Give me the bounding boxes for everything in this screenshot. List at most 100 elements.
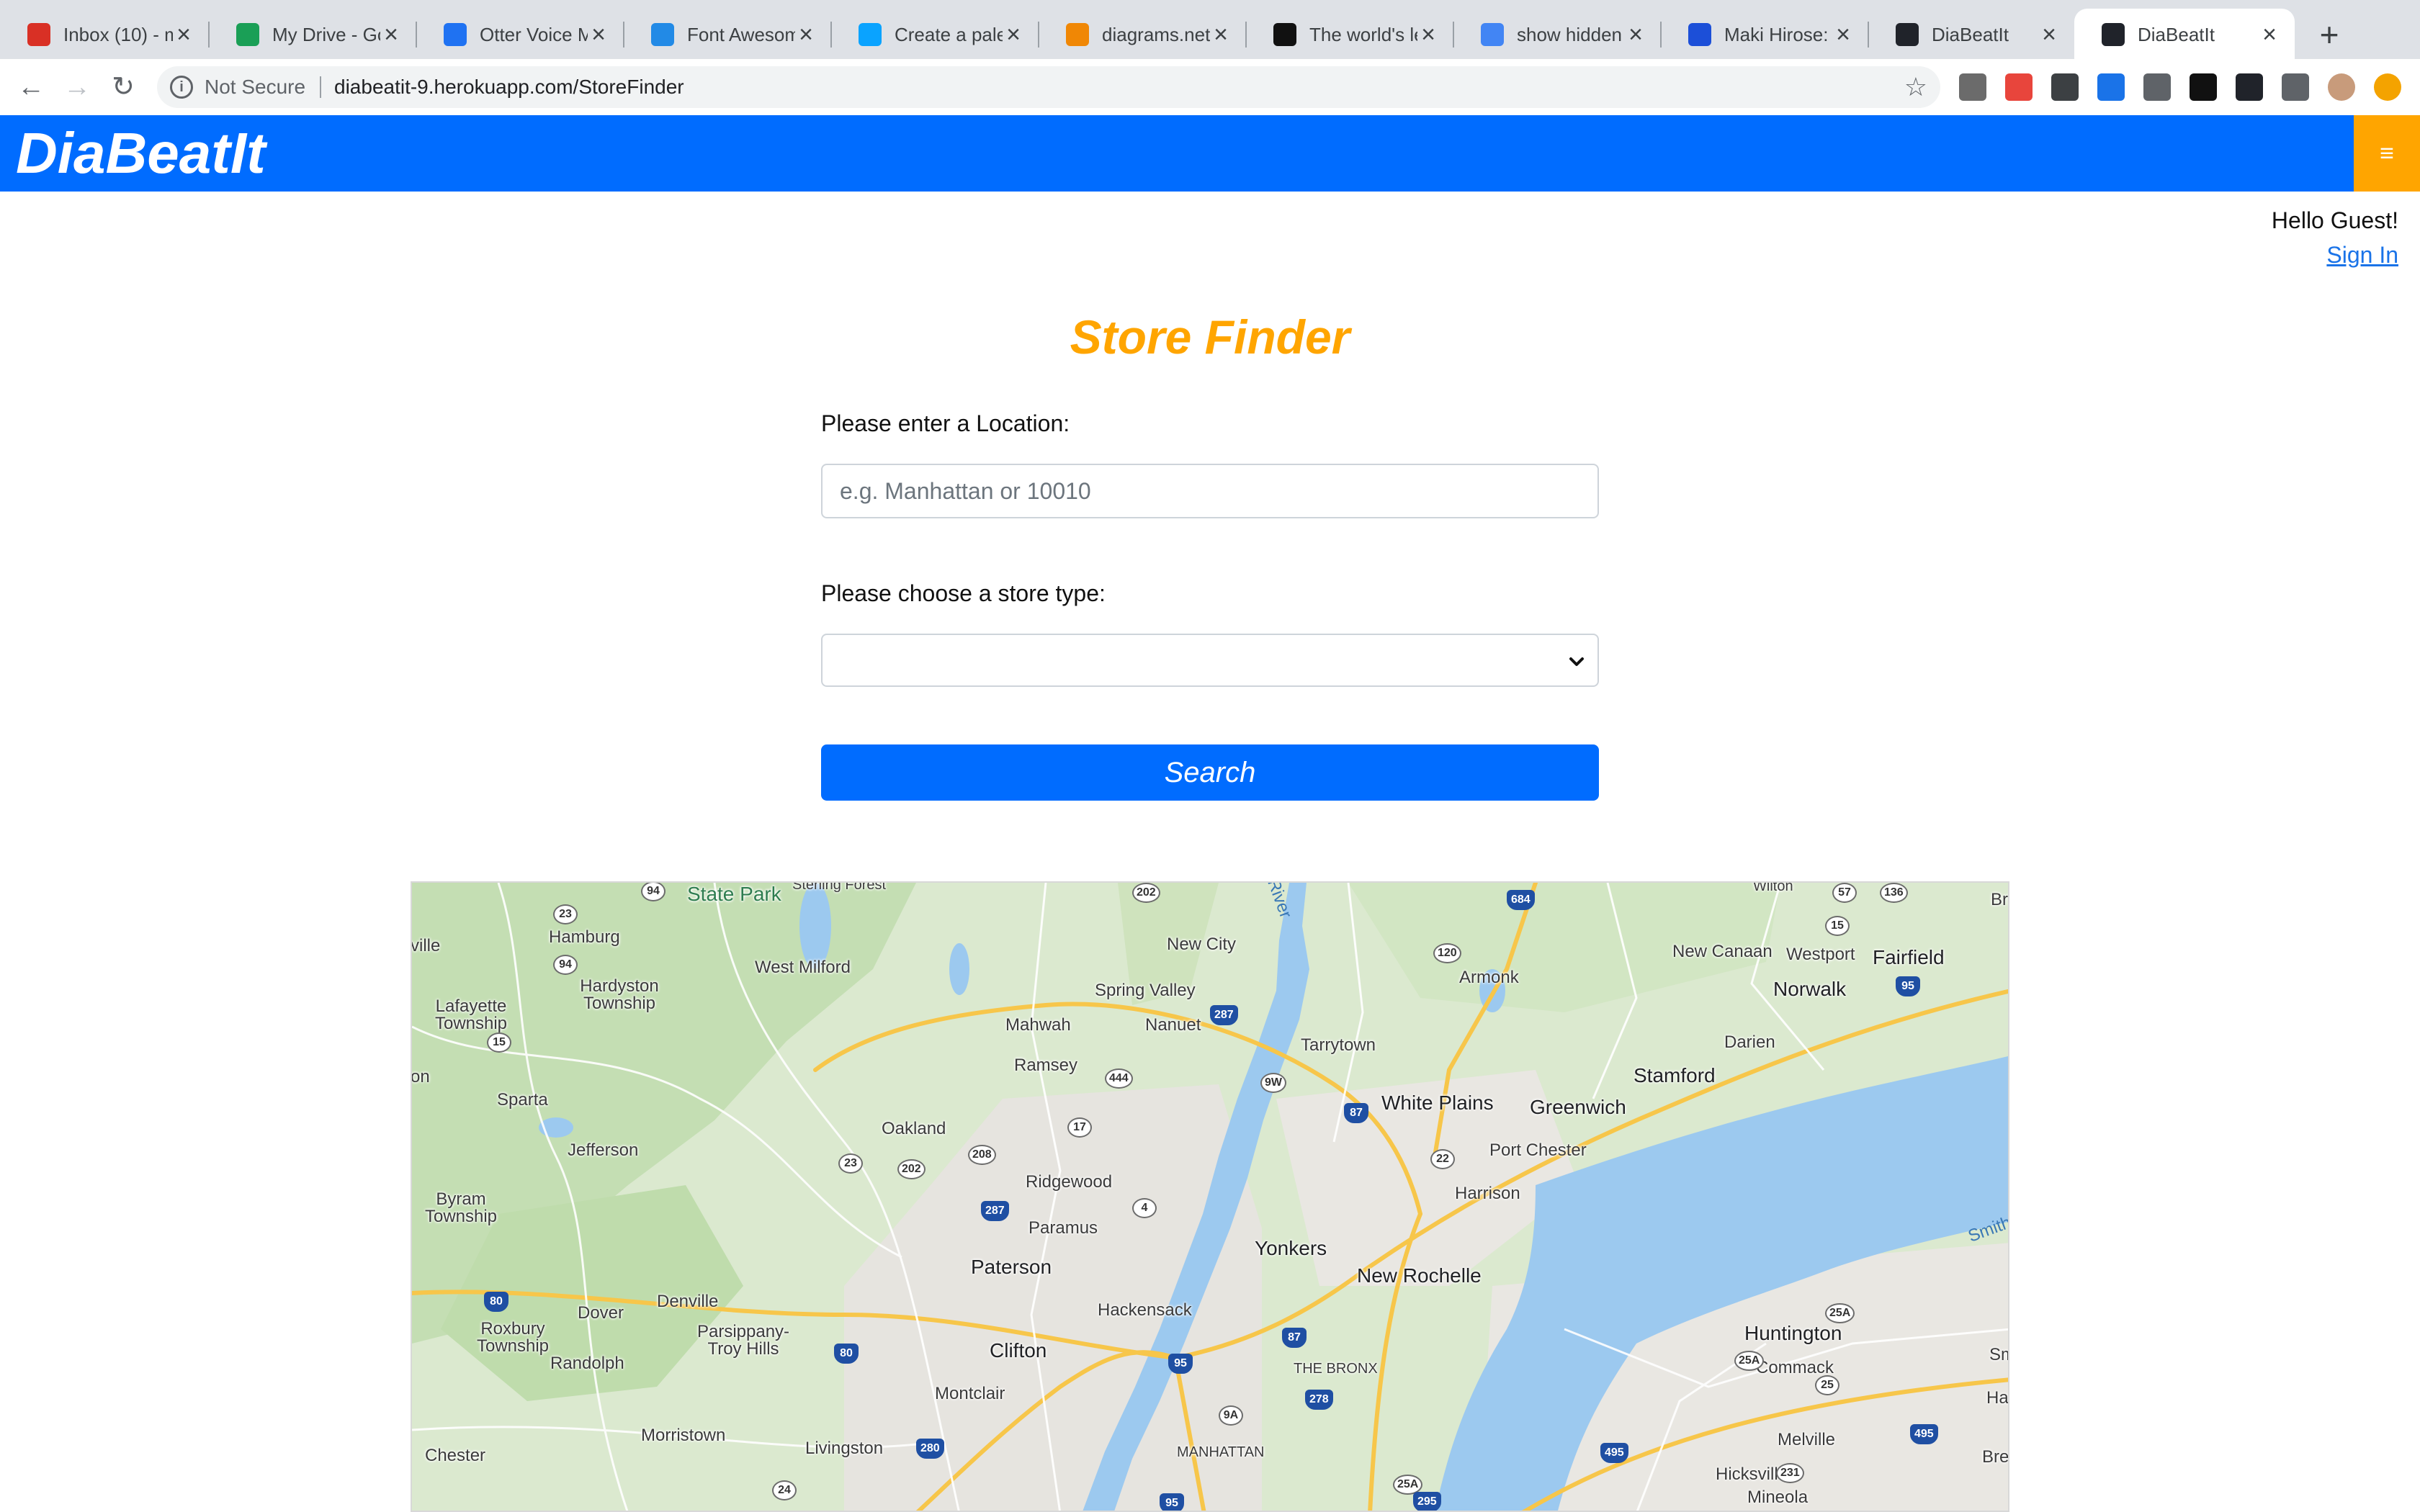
route-shield-icon: 287 (1210, 1005, 1238, 1025)
browser-tab[interactable]: diagrams.net × (1039, 9, 1246, 60)
route-shield-icon: 15 (1825, 916, 1850, 936)
browser-tab[interactable]: Otter Voice M × (416, 9, 624, 60)
map-place-label: Hardyston Township (580, 976, 659, 1013)
extension-icon-2[interactable] (2005, 73, 2033, 101)
route-shield-icon: 94 (553, 955, 578, 975)
route-shield-icon: 444 (1105, 1068, 1133, 1089)
map-place-label: Brentwoo (1982, 1447, 2009, 1467)
route-shield-icon: 495 (1600, 1443, 1628, 1463)
browser-tab[interactable]: Maki Hirose: L × (1661, 9, 1868, 60)
map-place-label: Montclair (935, 1384, 1005, 1403)
search-button[interactable]: Search (821, 744, 1599, 801)
tab-close-icon[interactable]: × (2259, 21, 2280, 49)
map-place-label: Denville (657, 1292, 719, 1311)
tab-title: Maki Hirose: L (1724, 23, 1832, 45)
google-drive-icon (236, 23, 259, 46)
back-arrow-icon[interactable]: ← (12, 68, 50, 107)
route-shield-icon: 295 (1413, 1492, 1441, 1511)
new-tab-button[interactable]: + (2312, 13, 2347, 56)
map-place-label: Paterson (971, 1256, 1052, 1278)
browser-tab[interactable]: DiaBeatIt × (1868, 9, 2074, 60)
route-shield-icon: 15 (487, 1032, 511, 1053)
flag-icon (651, 23, 674, 46)
map-place-label: Sm (1989, 1345, 2008, 1364)
page-title: Store Finder (1070, 310, 1350, 364)
store-type-select[interactable] (821, 634, 1599, 687)
extension-icon-1[interactable] (1959, 73, 1986, 101)
tab-close-icon[interactable]: × (1832, 21, 1854, 49)
tab-strip: Inbox (10) - m × My Drive - Go × Otter Voice… (0, 0, 2420, 60)
address-bar[interactable]: i Not Secure diabeatit-9.herokuapp.com/S… (157, 66, 1940, 108)
screenshot-icon[interactable] (2051, 73, 2079, 101)
brand-logo[interactable]: DiaBeatIt (16, 122, 266, 184)
react-icon (2102, 23, 2125, 46)
map-place-label: Oakland (882, 1119, 946, 1138)
tab-close-icon[interactable]: × (173, 21, 194, 49)
tab-title: My Drive - Go (272, 23, 380, 45)
url-text[interactable]: diabeatit-9.herokuapp.com/StoreFinder (334, 76, 684, 99)
tab-title: Create a palet (895, 23, 1003, 45)
map-place-label: ville (411, 936, 441, 955)
hamburger-menu-button[interactable]: ≡ (2354, 115, 2420, 192)
browser-tab[interactable]: Create a palet × (831, 9, 1039, 60)
route-shield-icon: 280 (916, 1439, 944, 1459)
store-type-label: Please choose a store type: (821, 580, 1106, 606)
map-place-label: Westport (1786, 945, 1855, 964)
map-place-label: White Plains (1381, 1092, 1494, 1114)
github-icon (1273, 23, 1296, 46)
route-shield-icon: 202 (897, 1159, 926, 1179)
browser-tab[interactable]: show hidden f × (1453, 9, 1661, 60)
location-input[interactable] (821, 464, 1599, 518)
map-place-label: Roxbury Township (476, 1319, 550, 1356)
google-icon (1481, 23, 1504, 46)
sign-in-link[interactable]: Sign In (2326, 242, 2398, 269)
map-place-label: Huntington (1744, 1322, 1842, 1344)
store-map[interactable]: State Park Sterling Forest ville Hamburg Har… (411, 881, 2009, 1512)
map-place-label: Armonk (1459, 968, 1519, 987)
tab-close-icon[interactable]: × (1210, 21, 1232, 49)
map-place-label: Randolph (550, 1354, 624, 1373)
map-place-label: Harrison (1455, 1184, 1520, 1203)
map-place-label: New Canaan (1672, 942, 1773, 961)
route-shield-icon: 80 (834, 1344, 859, 1364)
map-place-label: Ridgewood (1026, 1172, 1113, 1192)
browser-tab[interactable]: Font Awesome× (624, 9, 831, 60)
reload-icon[interactable]: ↻ (104, 68, 143, 107)
map-place-label: Mineola (1747, 1488, 1809, 1507)
tab-close-icon[interactable]: × (588, 21, 609, 49)
route-shield-icon: 94 (641, 883, 666, 901)
map-place-label: Nanuet (1145, 1015, 1201, 1035)
puzzle-icon[interactable] (2282, 73, 2309, 101)
info-icon[interactable]: i (170, 76, 193, 99)
browser-tab[interactable]: The world's le × (1246, 9, 1453, 60)
arrows-icon[interactable] (2097, 73, 2125, 101)
map-place-label: Ramsey (1014, 1056, 1078, 1075)
forward-arrow-icon[interactable]: → (58, 68, 97, 107)
browser-tab[interactable]: My Drive - Go × (209, 9, 416, 60)
map-place-label: Clifton (990, 1339, 1047, 1362)
circle-icon[interactable] (2143, 73, 2171, 101)
update-icon[interactable] (2374, 73, 2401, 101)
security-status[interactable]: Not Secure (205, 76, 305, 99)
tab-close-icon[interactable]: × (1625, 21, 1646, 49)
tab-close-icon[interactable]: × (1417, 21, 1439, 49)
map-place-label: Wilton (1753, 881, 1793, 894)
tab-close-icon[interactable]: × (795, 21, 817, 49)
route-shield-icon: 80 (484, 1292, 508, 1312)
map-place-label: Darien (1724, 1032, 1775, 1052)
route-shield-icon: 95 (1168, 1354, 1193, 1374)
map-place-label: Hackensack (1098, 1300, 1192, 1320)
route-shield-icon: 87 (1344, 1103, 1368, 1123)
react-devtools-icon[interactable] (2236, 73, 2263, 101)
map-place-label: Stamford (1634, 1064, 1716, 1086)
browser-tab[interactable]: DiaBeatIt × (2074, 9, 2295, 60)
tab-close-icon[interactable]: × (1003, 21, 1024, 49)
bookmark-star-icon[interactable]: ☆ (1904, 72, 1927, 102)
profile-avatar[interactable] (2328, 73, 2355, 101)
map-place-label: Bri (1991, 890, 2008, 909)
tab-close-icon[interactable]: × (380, 21, 402, 49)
tab-title: Otter Voice M (480, 23, 588, 45)
tab-close-icon[interactable]: × (2038, 21, 2060, 49)
flag-icon[interactable] (2190, 73, 2217, 101)
browser-tab[interactable]: Inbox (10) - m × (0, 9, 209, 60)
